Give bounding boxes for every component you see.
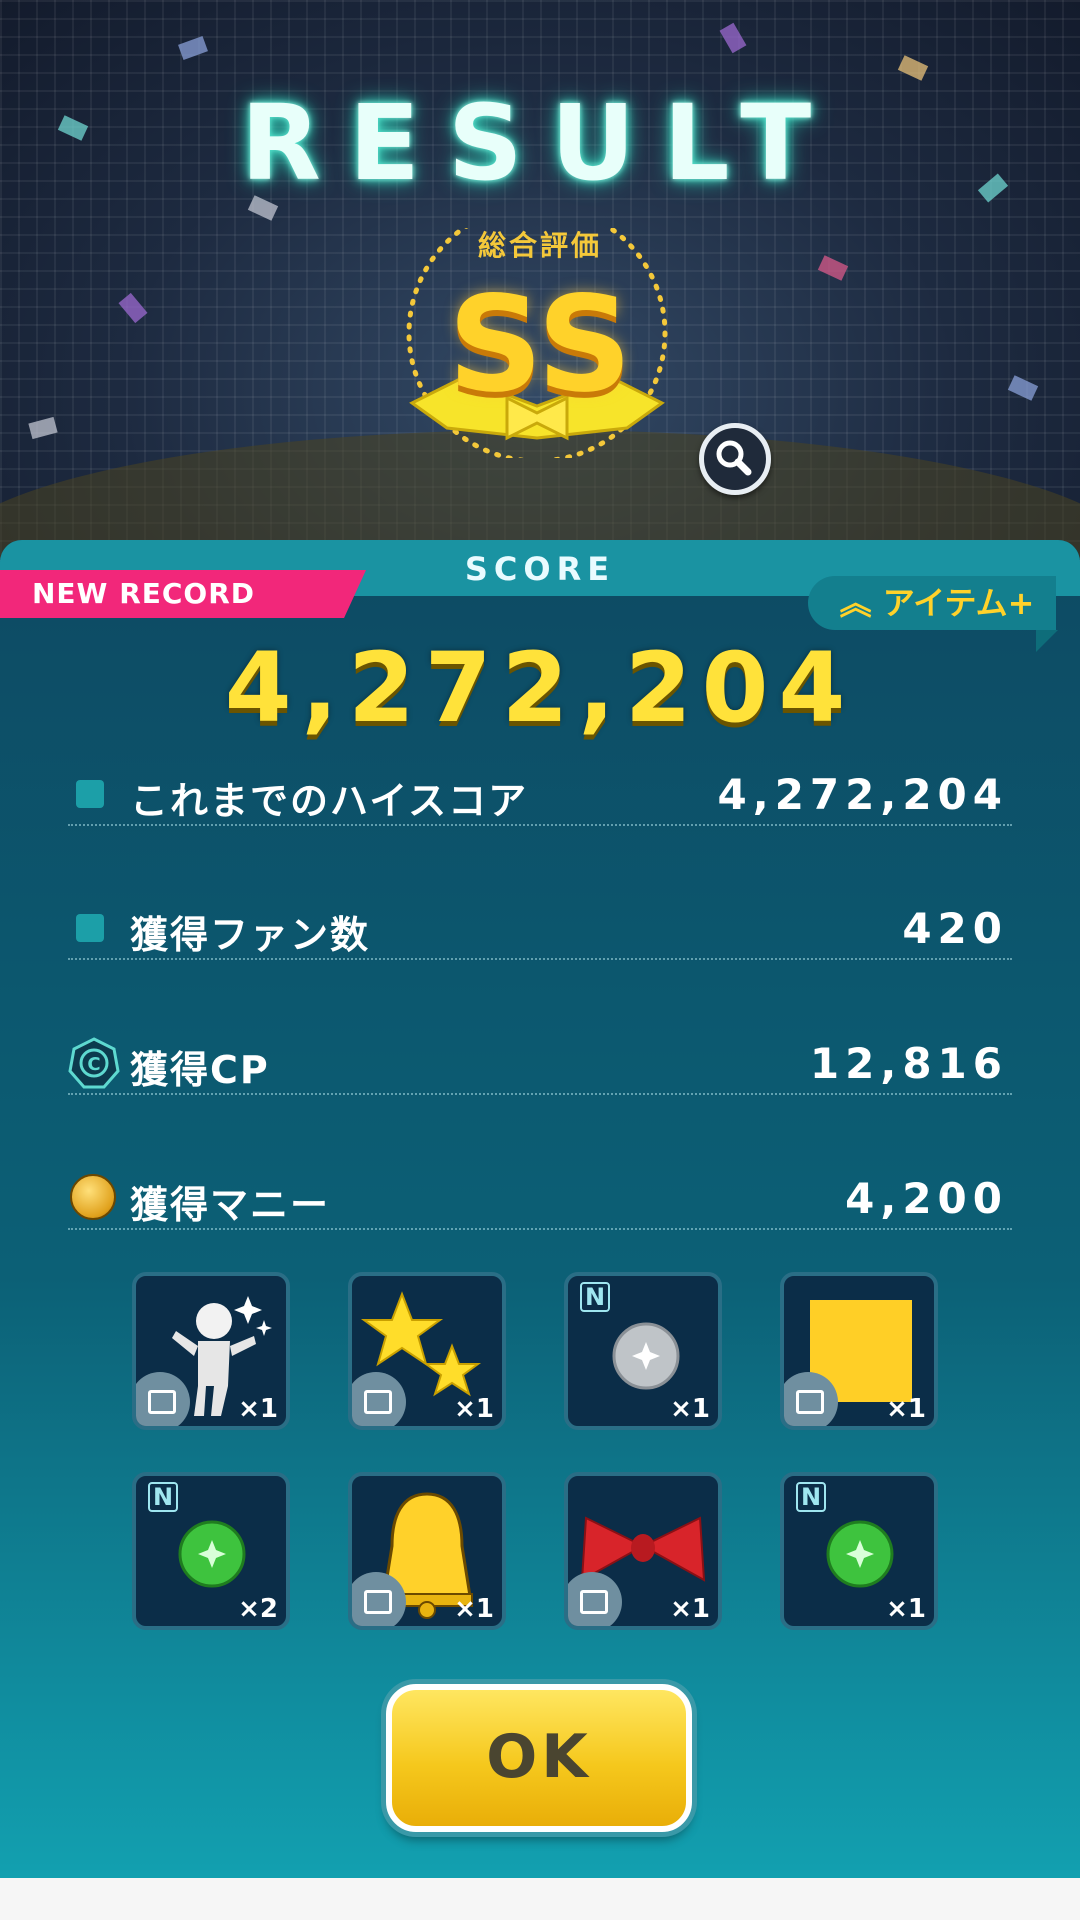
bottom-bar bbox=[0, 1878, 1080, 1920]
item-plus-label: アイテム+ bbox=[882, 584, 1035, 622]
square-bullet-icon bbox=[76, 780, 104, 808]
stat-row-cp: C 獲得CP 12,816 bbox=[68, 1033, 1012, 1095]
rarity-badge: N bbox=[580, 1282, 610, 1312]
reward-item[interactable]: N ×1 bbox=[780, 1472, 938, 1630]
ticket-tag-icon bbox=[568, 1572, 622, 1626]
new-record-badge: NEW RECORD bbox=[0, 570, 366, 618]
reward-quantity: ×1 bbox=[238, 1394, 278, 1424]
stat-label: 獲得CP bbox=[130, 1048, 270, 1092]
reward-quantity: ×1 bbox=[454, 1394, 494, 1424]
square-bullet-icon bbox=[76, 914, 104, 942]
reward-quantity: ×1 bbox=[670, 1394, 710, 1424]
zoom-button[interactable] bbox=[699, 423, 771, 495]
stat-value: 12,816 bbox=[809, 1039, 1008, 1088]
reward-quantity: ×1 bbox=[670, 1594, 710, 1624]
reward-quantity: ×1 bbox=[886, 1394, 926, 1424]
item-plus-button[interactable]: ︽ アイテム+ bbox=[808, 576, 1058, 652]
reward-item[interactable]: ×1 bbox=[780, 1272, 938, 1430]
ticket-tag-icon bbox=[352, 1372, 406, 1426]
chevron-up-icon: ︽ bbox=[839, 584, 872, 622]
magnifier-icon bbox=[716, 440, 752, 476]
stat-row-high-score: これまでのハイスコア 4,272,204 bbox=[68, 764, 1012, 826]
result-title: RESULT bbox=[240, 82, 840, 204]
stat-row-fans: 獲得ファン数 420 bbox=[68, 898, 1012, 960]
ticket-tag-icon bbox=[784, 1372, 838, 1426]
reward-item[interactable]: N ×1 bbox=[564, 1272, 722, 1430]
reward-item[interactable]: N ×2 bbox=[132, 1472, 290, 1630]
stat-value: 4,272,204 bbox=[717, 770, 1008, 819]
reward-item[interactable]: ×1 bbox=[132, 1272, 290, 1430]
ticket-tag-icon bbox=[136, 1372, 190, 1426]
coin-icon bbox=[70, 1174, 116, 1220]
overall-grade: SS bbox=[447, 268, 633, 422]
reward-quantity: ×2 bbox=[238, 1594, 278, 1624]
reward-quantity: ×1 bbox=[886, 1594, 926, 1624]
reward-item[interactable]: ×1 bbox=[564, 1472, 722, 1630]
stat-label: これまでのハイスコア bbox=[130, 779, 529, 823]
rarity-badge: N bbox=[148, 1482, 178, 1512]
stat-label: 獲得マニー bbox=[130, 1183, 331, 1227]
stat-value: 420 bbox=[902, 904, 1008, 953]
ok-button[interactable]: OK bbox=[386, 1684, 692, 1832]
stat-label: 獲得ファン数 bbox=[130, 913, 371, 957]
ticket-tag-icon bbox=[352, 1572, 406, 1626]
cp-icon: C bbox=[68, 1037, 120, 1089]
stat-row-money: 獲得マニー 4,200 bbox=[68, 1168, 1012, 1230]
reward-quantity: ×1 bbox=[454, 1594, 494, 1624]
total-score: 4,272,204 bbox=[224, 632, 856, 744]
svg-text:C: C bbox=[87, 1054, 100, 1075]
reward-item[interactable]: ×1 bbox=[348, 1272, 506, 1430]
reward-item[interactable]: ×1 bbox=[348, 1472, 506, 1630]
stat-value: 4,200 bbox=[845, 1174, 1008, 1223]
rarity-badge: N bbox=[796, 1482, 826, 1512]
